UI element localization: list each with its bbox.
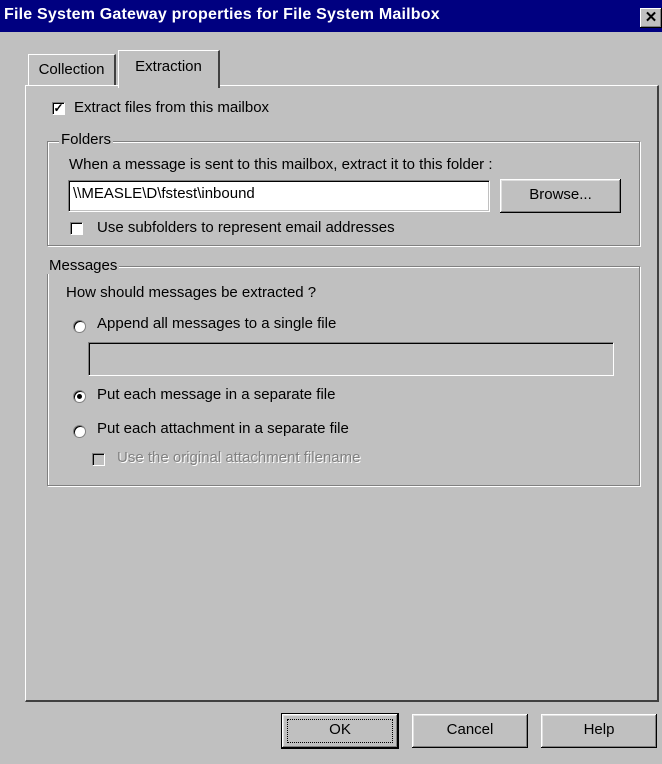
separate-attachment-radio[interactable] [73,425,86,438]
help-button-label: Help [583,721,615,738]
browse-button-label: Browse... [529,186,592,203]
cancel-button[interactable]: Cancel [412,714,528,748]
radio-selected-dot [77,394,82,399]
tab-collection[interactable]: Collection [28,54,116,86]
checkmark-icon: ✓ [53,101,64,115]
folder-path-input[interactable]: \\MEASLE\D\fstest\inbound [68,180,490,212]
cancel-button-label: Cancel [446,721,494,738]
browse-button[interactable]: Browse... [500,179,621,213]
messages-legend: Messages [47,257,120,274]
separate-message-label[interactable]: Put each message in a separate file [97,386,335,403]
append-single-file-radio[interactable] [73,320,86,333]
extraction-panel: ✓ Extract files from this mailbox Folder… [25,85,659,702]
extract-files-checkbox[interactable]: ✓ [52,102,65,115]
original-filename-label[interactable]: Use the original attachment filename [117,449,360,466]
original-filename-checkbox[interactable] [92,453,105,466]
title-bar: File System Gateway properties for File … [0,0,662,32]
tab-collection-label: Collection [38,61,105,78]
folders-legend: Folders [59,131,114,148]
help-button[interactable]: Help [541,714,657,748]
ok-button[interactable]: OK [282,714,398,748]
close-icon: ✕ [644,9,658,26]
focus-rectangle [287,719,393,743]
tab-extraction[interactable]: Extraction [118,50,220,88]
extract-files-label[interactable]: Extract files from this mailbox [74,99,269,116]
messages-prompt: How should messages be extracted ? [66,284,317,301]
separate-message-radio[interactable] [73,390,86,403]
use-subfolders-checkbox[interactable] [70,222,83,235]
folders-prompt: When a message is sent to this mailbox, … [69,156,493,173]
tab-extraction-label: Extraction [135,58,202,75]
separate-attachment-label[interactable]: Put each attachment in a separate file [97,420,349,437]
use-subfolders-label[interactable]: Use subfolders to represent email addres… [97,219,395,236]
single-file-input[interactable] [88,342,614,376]
window-title: File System Gateway properties for File … [4,6,440,23]
append-single-file-label[interactable]: Append all messages to a single file [97,315,336,332]
close-button[interactable]: ✕ [640,8,662,28]
